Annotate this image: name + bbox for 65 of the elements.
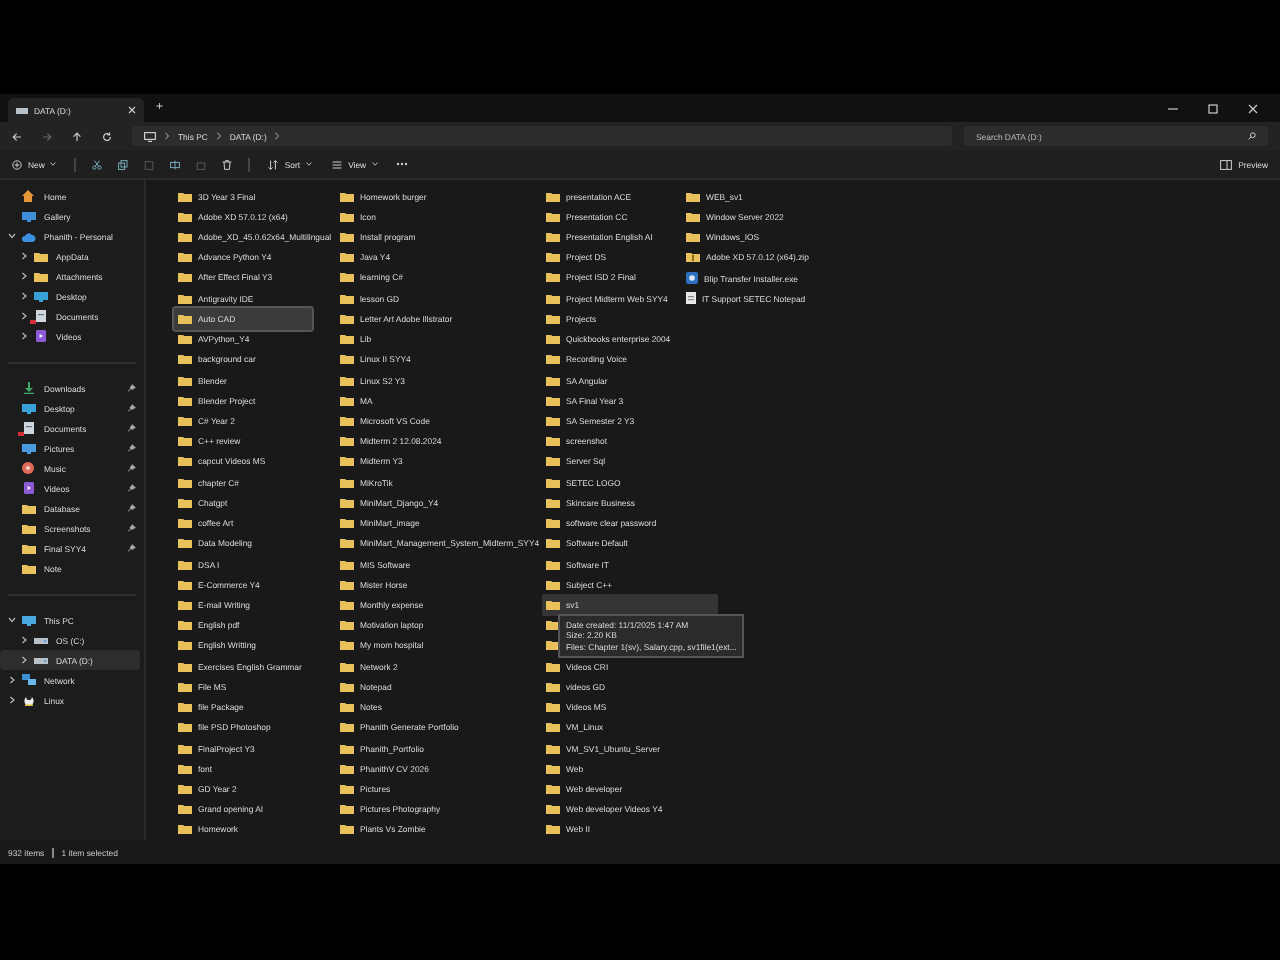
chevron-right-icon — [215, 132, 222, 140]
chevron-right-icon[interactable] — [20, 292, 28, 300]
chevron-right-icon[interactable] — [20, 272, 28, 280]
pin-icon — [128, 384, 136, 392]
zip-folder-icon — [686, 252, 700, 263]
chevron-right-icon[interactable] — [8, 696, 16, 704]
back-arrow-icon[interactable] — [12, 131, 22, 141]
chevron-right-icon[interactable] — [20, 656, 28, 664]
monitor-icon — [21, 615, 35, 625]
pin-icon — [128, 404, 136, 412]
trash-icon[interactable] — [222, 159, 233, 169]
chevron-down-icon[interactable] — [8, 616, 16, 624]
monitor-icon — [144, 131, 156, 141]
cloud-icon — [21, 231, 35, 241]
drive-icon — [33, 656, 47, 664]
video-icon — [35, 330, 45, 342]
network-icon — [21, 674, 35, 686]
chevron-right-icon — [164, 132, 170, 140]
sync-error-badge — [18, 431, 23, 436]
caret-icon — [50, 162, 57, 166]
panel-icon — [1220, 159, 1233, 169]
pin-icon — [128, 524, 136, 532]
download-icon — [23, 382, 33, 394]
pin-icon — [128, 464, 136, 472]
text-file-icon — [686, 292, 696, 305]
desktop-icon — [21, 403, 35, 413]
home-icon — [22, 190, 34, 202]
pin-icon — [128, 504, 136, 512]
plus-icon — [12, 159, 22, 169]
caret-icon — [306, 162, 313, 166]
pin-icon — [128, 544, 136, 552]
desktop-icon — [33, 291, 47, 301]
document-icon — [35, 310, 45, 322]
forward-arrow-icon[interactable] — [42, 131, 52, 141]
penguin-icon — [23, 694, 33, 706]
chevron-right-icon[interactable] — [20, 636, 28, 644]
chevron-right-icon[interactable] — [20, 312, 28, 320]
clipboard-icon[interactable] — [144, 159, 155, 169]
up-arrow-icon[interactable] — [72, 131, 82, 141]
caret-icon — [372, 162, 379, 166]
lines-icon — [332, 159, 343, 169]
copy-icon[interactable] — [118, 159, 129, 169]
pin-icon — [128, 484, 136, 492]
refresh-icon[interactable] — [102, 131, 112, 141]
document-icon — [23, 422, 33, 434]
close-icon[interactable] — [128, 106, 136, 114]
chevron-down-icon[interactable] — [8, 232, 16, 240]
minimize-icon[interactable] — [1168, 103, 1178, 113]
search-icon — [1248, 132, 1256, 140]
video-icon — [23, 482, 33, 494]
scissors-icon[interactable] — [92, 159, 103, 169]
pin-icon — [128, 444, 136, 452]
sync-error-badge — [30, 319, 35, 324]
rename-icon[interactable] — [170, 159, 181, 169]
chevron-right-icon[interactable] — [20, 332, 28, 340]
app-icon — [686, 272, 698, 285]
chevron-right-icon[interactable] — [20, 252, 28, 260]
drive-icon — [16, 106, 28, 114]
drive-icon — [33, 636, 47, 644]
sort-icon — [268, 159, 279, 169]
maximize-icon[interactable] — [1208, 103, 1218, 113]
pin-icon — [128, 424, 136, 432]
close-icon[interactable] — [1248, 103, 1258, 113]
music-icon — [22, 462, 34, 474]
chevron-right-icon[interactable] — [8, 676, 16, 684]
